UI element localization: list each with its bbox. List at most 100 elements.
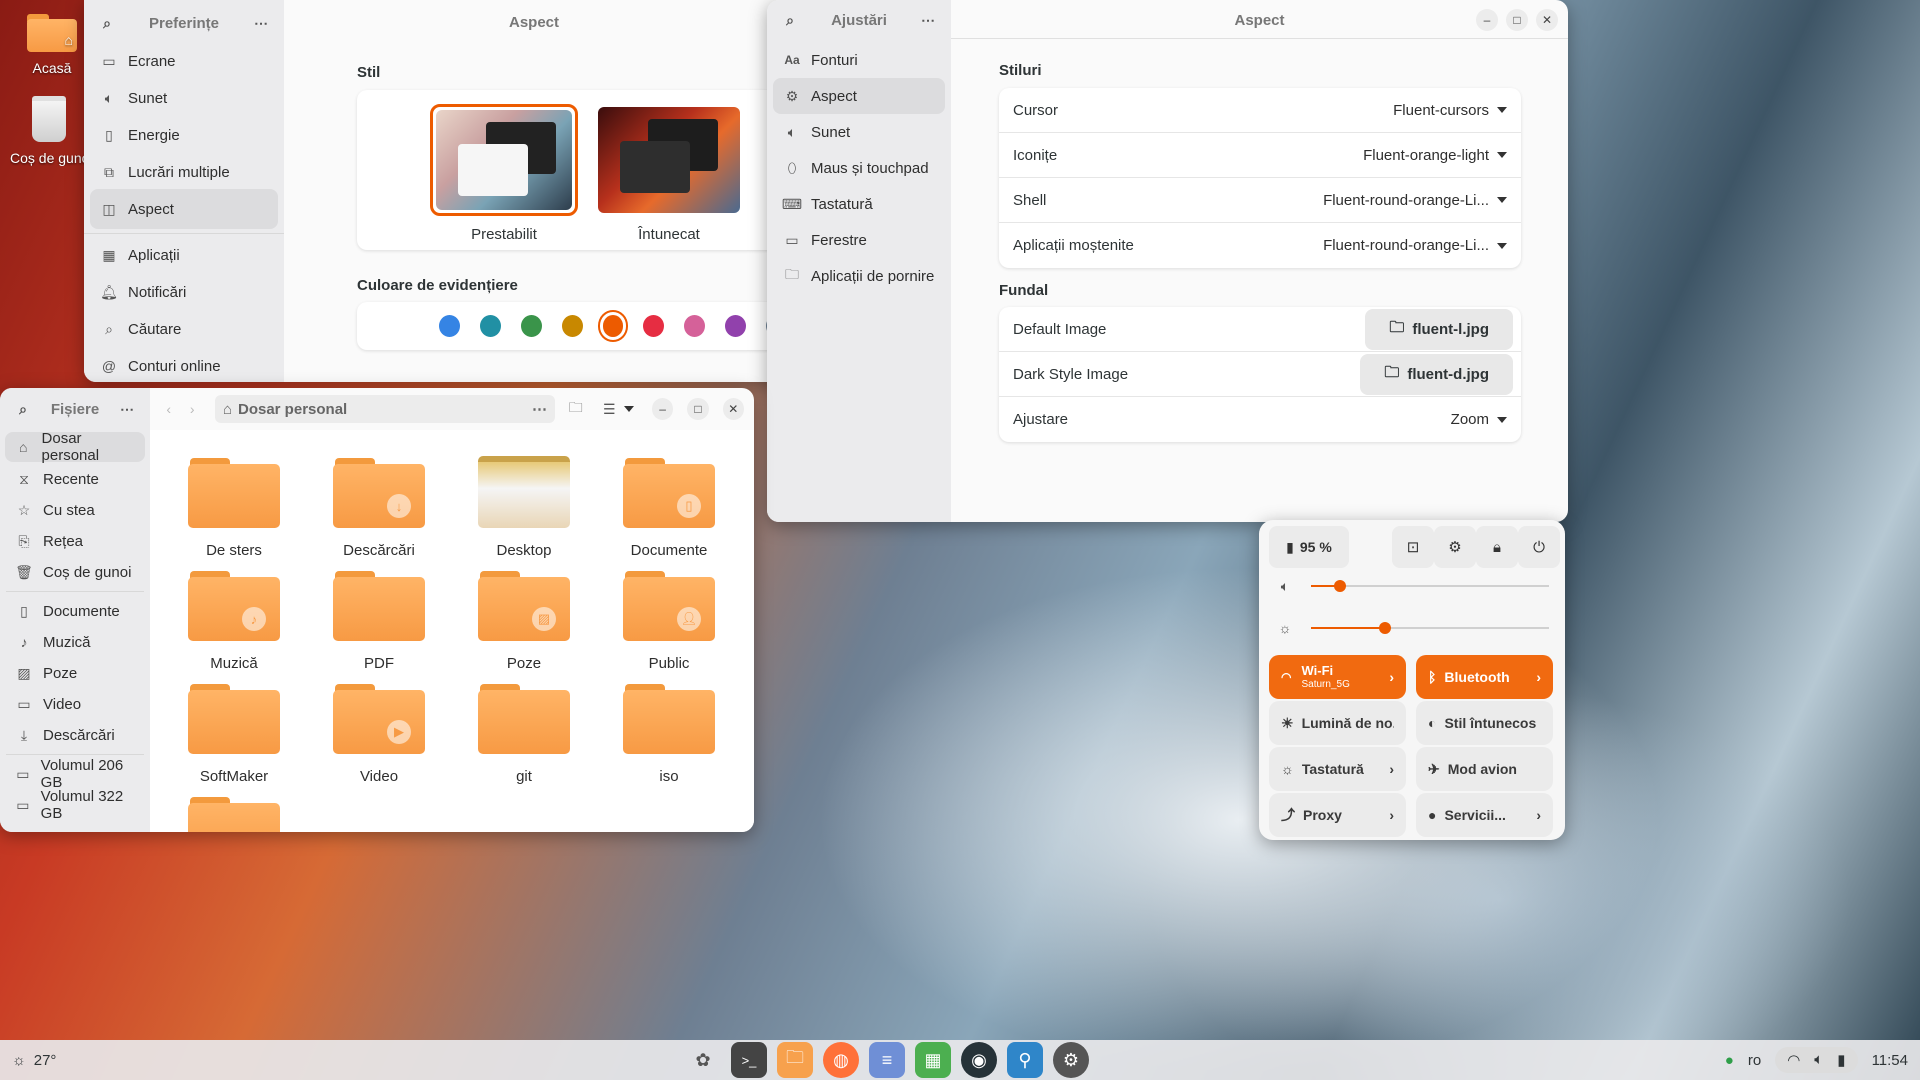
airplane-toggle[interactable]: ✈ Mod avion [1416,747,1553,791]
search-icon[interactable]: ⌕ [98,14,116,32]
sidebar-item-multitasking[interactable]: ⧉ Lucrări multiple [90,152,278,192]
file-item[interactable]: ↓ Descărcări [309,456,449,559]
accent-swatch[interactable] [602,315,624,337]
chevron-right-icon[interactable]: › [1389,761,1394,777]
sidebar-item-notificari[interactable]: 🔔︎ Notificări [90,272,278,312]
accent-swatch[interactable] [439,315,460,337]
file-item-partial[interactable] [164,795,304,832]
file-item[interactable]: ▨ Poze [454,569,594,672]
file-item[interactable]: SoftMaker [164,682,304,785]
tweaks-item-fonturi[interactable]: Aa Fonturi [773,42,945,78]
file-item[interactable]: iso [599,682,739,785]
media-app-icon[interactable]: ◉ [961,1042,997,1078]
text-document-icon[interactable]: ≡ [869,1042,905,1078]
menu-dots-icon[interactable]: ⋯ [532,400,547,418]
weather-widget[interactable]: ☼ 27° [12,1052,56,1069]
tweaks-item-mouse[interactable]: ⬯ Maus și touchpad [773,150,945,186]
clock[interactable]: 11:54 [1872,1052,1908,1069]
sidebar-item-cautare[interactable]: ⌕ Căutare [90,309,278,349]
tweaks-item-tastatura[interactable]: ⌨ Tastatură [773,186,945,222]
wifi-toggle[interactable]: ◠ Wi-Fi Saturn_5G › [1269,655,1406,699]
services-toggle[interactable]: ● Servicii... › [1416,793,1553,837]
settings-app-icon[interactable]: ⚲ [1007,1042,1043,1078]
sidebar-item-sunet[interactable]: 🔈︎ Sunet [90,78,278,118]
shell-row[interactable]: Shell Fluent-round-orange-Li... [999,178,1521,223]
menu-dots-icon[interactable]: ⋯ [252,14,270,32]
keyboard-layout[interactable]: ro [1748,1052,1761,1069]
chevron-right-icon[interactable]: › [1536,669,1541,685]
brightness-slider[interactable] [1311,622,1549,634]
accent-swatch[interactable] [561,315,583,337]
accent-swatch[interactable] [520,315,542,337]
desktop-trash-icon[interactable]: Coș de gunoi [10,96,88,166]
minimize-icon[interactable]: – [1476,9,1498,31]
new-folder-icon[interactable]: 🗀 [567,399,584,418]
file-item[interactable]: ▯ Documente [599,456,739,559]
accent-swatch[interactable] [479,315,501,337]
adjustment-row[interactable]: Ajustare Zoom [999,397,1521,442]
accent-swatch[interactable] [684,315,706,337]
icons-row[interactable]: Iconițe Fluent-orange-light [999,133,1521,178]
file-item[interactable]: ▶ Video [309,682,449,785]
view-options-arrow-icon[interactable] [623,406,634,412]
accent-swatch[interactable] [643,315,665,337]
close-icon[interactable]: ✕ [1536,9,1558,31]
night-light-toggle[interactable]: ☀ Lumină de no... [1269,701,1406,745]
cursor-row[interactable]: Cursor Fluent-cursors [999,88,1521,133]
sidebar-item-energie[interactable]: ▯ Energie [90,115,278,155]
chevron-right-icon[interactable]: › [1536,807,1541,823]
files-place-home[interactable]: ⌂ Dosar personal [5,430,145,464]
sidebar-item-conturi[interactable]: @ Conturi online [90,346,278,382]
style-option-default[interactable]: Prestabilit [430,104,578,243]
forward-arrow-icon[interactable]: › [183,400,200,418]
tweaks-item-pornire[interactable]: 🗀 Aplicații de pornire [773,258,945,294]
legacy-apps-row[interactable]: Aplicații moștenite Fluent-round-orange-L… [999,223,1521,268]
chevron-right-icon[interactable]: › [1389,807,1394,823]
power-button[interactable]: ⏻ [1518,526,1560,568]
minimize-icon[interactable]: – [651,398,674,420]
status-indicator-icon[interactable]: ● [1725,1052,1734,1069]
tweaks-item-ferestre[interactable]: ▭ Ferestre [773,222,945,258]
maximize-icon[interactable]: □ [1506,9,1528,31]
back-arrow-icon[interactable]: ‹ [160,400,177,418]
tweaks-item-aspect[interactable]: ⚙ Aspect [773,78,945,114]
sidebar-item-aspect[interactable]: ◫ Aspect [90,189,278,229]
system-status-group[interactable]: ◠ 🔈︎ ▮ [1775,1047,1858,1073]
keyboard-toggle[interactable]: ☼ Tastatură › [1269,747,1406,791]
files-bookmark-video[interactable]: ▭ Video [5,689,145,719]
files-bookmark-documents[interactable]: ▯ Documente [5,596,145,626]
style-option-dark[interactable]: Întunecat [595,104,743,243]
firefox-icon[interactable]: ◍ [823,1042,859,1078]
file-item[interactable]: ♪ Muzică [164,569,304,672]
settings-button[interactable]: ⚙ [1434,526,1476,568]
files-place-trash[interactable]: 🗑︎ Coș de gunoi [5,557,145,587]
desktop-home-icon[interactable]: ⌂ Acasă [22,14,82,76]
sidebar-item-ecrane[interactable]: ▭ Ecrane [90,41,278,81]
search-icon[interactable]: ⌕ [781,11,799,29]
file-item[interactable]: De sters [164,456,304,559]
brightness-slider-knob[interactable] [1378,622,1391,634]
file-item[interactable]: 👤︎ Public [599,569,739,672]
files-app-icon[interactable]: 🗀 [777,1042,813,1078]
files-bookmark-music[interactable]: ♪ Muzică [5,627,145,657]
terminal-icon[interactable]: >_ [731,1042,767,1078]
screenshot-button[interactable]: ⊡ [1392,526,1434,568]
maximize-icon[interactable]: □ [687,398,709,420]
search-icon[interactable]: ⌕ [14,400,32,418]
lock-button[interactable]: 🔒︎ [1476,526,1518,568]
spreadsheet-icon[interactable]: ▦ [915,1042,951,1078]
tweaks-item-sunet[interactable]: 🔈︎ Sunet [773,114,945,150]
files-volume-206[interactable]: ▭ Volumul 206 GB [5,757,145,791]
file-item[interactable]: PDF [309,569,449,672]
files-place-recent[interactable]: ⧖ Recente [5,464,145,494]
bluetooth-toggle[interactable]: ᛒ Bluetooth › [1416,655,1553,699]
file-item[interactable]: git [454,682,594,785]
location-bar[interactable]: ⌂ Dosar personal ⋯ [214,395,556,423]
files-volume-322[interactable]: ▭ Volumul 322 GB [5,788,145,822]
gear-app-icon[interactable]: ⚙ [1053,1042,1089,1078]
sidebar-item-aplicatii[interactable]: ▦ Aplicații [90,235,278,275]
app-launcher-icon[interactable]: ✿ [685,1042,721,1078]
accent-swatch[interactable] [725,315,747,337]
files-place-network[interactable]: ⎘ Rețea [5,526,145,556]
volume-slider[interactable] [1311,580,1549,592]
